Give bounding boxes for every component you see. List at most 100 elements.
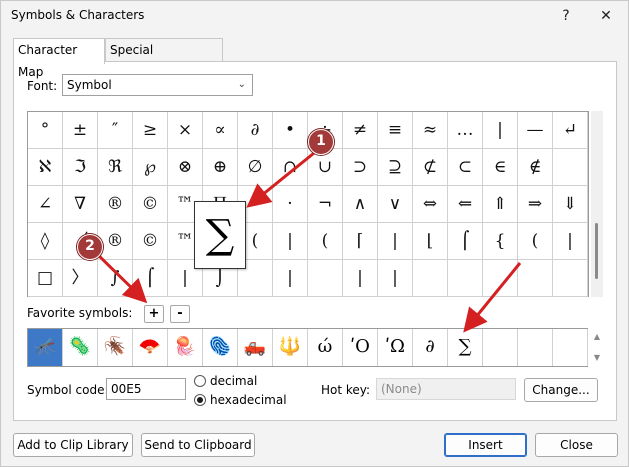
favorite-symbol-cell[interactable]: 🫆 <box>203 329 238 366</box>
character-cell[interactable]: ⌈ <box>343 223 378 260</box>
character-cell[interactable]: ↵ <box>553 112 588 149</box>
character-cell[interactable]: ∠ <box>28 186 63 223</box>
character-cell[interactable]: | <box>273 223 308 260</box>
character-cell[interactable]: ⇐ <box>448 186 483 223</box>
character-cell[interactable]: | <box>483 112 518 149</box>
character-cell[interactable]: ⌠ <box>133 260 168 297</box>
character-cell[interactable]: ≈ <box>413 112 448 149</box>
send-to-clipboard-button[interactable]: Send to Clipboard <box>141 433 255 457</box>
character-cell[interactable]: ∪ <box>308 149 343 186</box>
character-cell[interactable] <box>553 149 588 186</box>
character-cell[interactable]: © <box>133 223 168 260</box>
favorite-symbol-cell[interactable]: ώ <box>308 329 343 366</box>
radio-decimal-circle[interactable] <box>194 375 206 387</box>
favorite-symbol-cell[interactable]: ʹΩ <box>378 329 413 366</box>
tab-character-map[interactable]: Character Map <box>13 38 105 79</box>
character-cell[interactable]: ( <box>308 223 343 260</box>
character-cell[interactable]: ⇑ <box>483 186 518 223</box>
favorites-scrollbar[interactable]: ▲ ▼ <box>591 328 603 367</box>
favorite-symbol-cell[interactable]: 🦠 <box>63 329 98 366</box>
character-cell[interactable]: ≡ <box>378 112 413 149</box>
favorite-symbol-cell[interactable] <box>483 329 518 366</box>
character-cell[interactable]: ⊃ <box>343 149 378 186</box>
character-cell[interactable]: ∨ <box>378 186 413 223</box>
character-cell[interactable]: ℵ <box>28 149 63 186</box>
remove-favorite-button[interactable]: - <box>170 305 190 323</box>
character-cell[interactable] <box>553 260 588 297</box>
character-cell[interactable]: ⊕ <box>203 149 238 186</box>
character-cell[interactable]: ° <box>28 112 63 149</box>
character-cell[interactable] <box>483 260 518 297</box>
character-cell[interactable]: ± <box>63 112 98 149</box>
character-cell[interactable]: × <box>168 112 203 149</box>
character-cell[interactable]: ® <box>98 186 133 223</box>
close-window-button[interactable]: ✕ <box>591 3 621 29</box>
character-cell[interactable]: ∂ <box>238 112 273 149</box>
character-cell[interactable] <box>448 260 483 297</box>
character-cell[interactable]: ⊂ <box>448 149 483 186</box>
radio-hexadecimal-circle[interactable] <box>194 394 206 406</box>
character-cell[interactable]: ∫ <box>98 260 133 297</box>
character-cell[interactable]: ∩ <box>273 149 308 186</box>
favorite-symbol-cell[interactable]: 🪼 <box>168 329 203 366</box>
favorite-symbol-cell[interactable]: ∑ <box>448 329 483 366</box>
character-cell[interactable] <box>308 260 343 297</box>
insert-button[interactable]: Insert <box>444 433 527 457</box>
character-cell[interactable]: ∅ <box>238 149 273 186</box>
character-cell[interactable]: ¬ <box>308 186 343 223</box>
character-cell[interactable]: ⊗ <box>168 149 203 186</box>
help-button[interactable]: ? <box>551 3 581 29</box>
change-hotkey-button[interactable]: Change... <box>524 378 598 402</box>
character-cell[interactable]: ∉ <box>518 149 553 186</box>
character-cell[interactable]: ⌠ <box>448 223 483 260</box>
character-cell[interactable]: ® <box>98 223 133 260</box>
character-cell[interactable] <box>518 260 553 297</box>
character-cell[interactable]: ∧ <box>343 186 378 223</box>
character-cell[interactable]: | <box>378 260 413 297</box>
favorite-symbol-cell[interactable]: 🦟 <box>28 329 63 366</box>
character-cell[interactable]: ⇒ <box>518 186 553 223</box>
favorite-symbol-cell[interactable] <box>553 329 588 366</box>
character-cell[interactable]: ⌊ <box>413 223 448 260</box>
character-cell[interactable]: | <box>378 223 413 260</box>
character-cell[interactable]: ⇓ <box>553 186 588 223</box>
character-cell[interactable]: ⊄ <box>413 149 448 186</box>
character-cell[interactable]: ∝ <box>203 112 238 149</box>
character-cell[interactable]: ≠ <box>343 112 378 149</box>
favorite-symbol-cell[interactable]: ʹΟ <box>343 329 378 366</box>
add-favorite-button[interactable]: + <box>144 305 164 323</box>
favorite-symbol-cell[interactable]: 🛻 <box>238 329 273 366</box>
radio-hexadecimal[interactable]: hexadecimal <box>194 393 287 407</box>
font-select[interactable]: Symbol ⌄ <box>62 74 253 96</box>
character-cell[interactable]: ≥ <box>133 112 168 149</box>
character-cell[interactable]: | <box>273 260 308 297</box>
favorite-symbol-cell[interactable]: 🔱 <box>273 329 308 366</box>
character-cell[interactable]: ″ <box>98 112 133 149</box>
character-cell[interactable]: ∈ <box>483 149 518 186</box>
radio-decimal[interactable]: decimal <box>194 374 257 388</box>
character-cell[interactable]: ℑ <box>63 149 98 186</box>
character-cell[interactable]: · <box>273 186 308 223</box>
scroll-down-icon[interactable]: ▼ <box>591 353 603 362</box>
tab-special-characters[interactable]: Special Characters <box>105 38 223 79</box>
scrollbar-thumb[interactable] <box>595 223 598 279</box>
character-cell[interactable]: ◊ <box>28 223 63 260</box>
character-cell[interactable]: © <box>133 186 168 223</box>
character-cell[interactable]: … <box>448 112 483 149</box>
favorite-symbol-cell[interactable] <box>518 329 553 366</box>
character-cell[interactable]: ℜ <box>98 149 133 186</box>
add-to-clip-library-button[interactable]: Add to Clip Library <box>13 433 133 457</box>
character-cell[interactable]: { <box>483 223 518 260</box>
character-cell[interactable]: | <box>553 223 588 260</box>
character-cell[interactable]: ( <box>518 223 553 260</box>
character-cell[interactable]: ℘ <box>133 149 168 186</box>
favorite-symbol-cell[interactable]: 🪭 <box>133 329 168 366</box>
character-cell[interactable]: ∇ <box>63 186 98 223</box>
scroll-up-icon[interactable]: ▲ <box>591 332 603 341</box>
favorites-row[interactable]: 🦟 🦠 🪳 🪭 🪼 🫆 🛻 🔱 ώ ʹΟ ʹΩ ∂ ∑ <box>27 328 588 367</box>
character-grid-scrollbar[interactable] <box>591 111 603 297</box>
character-cell[interactable]: □ <box>28 260 63 297</box>
character-cell[interactable] <box>413 260 448 297</box>
favorite-symbol-cell[interactable]: ∂ <box>413 329 448 366</box>
character-cell[interactable]: ⊇ <box>378 149 413 186</box>
